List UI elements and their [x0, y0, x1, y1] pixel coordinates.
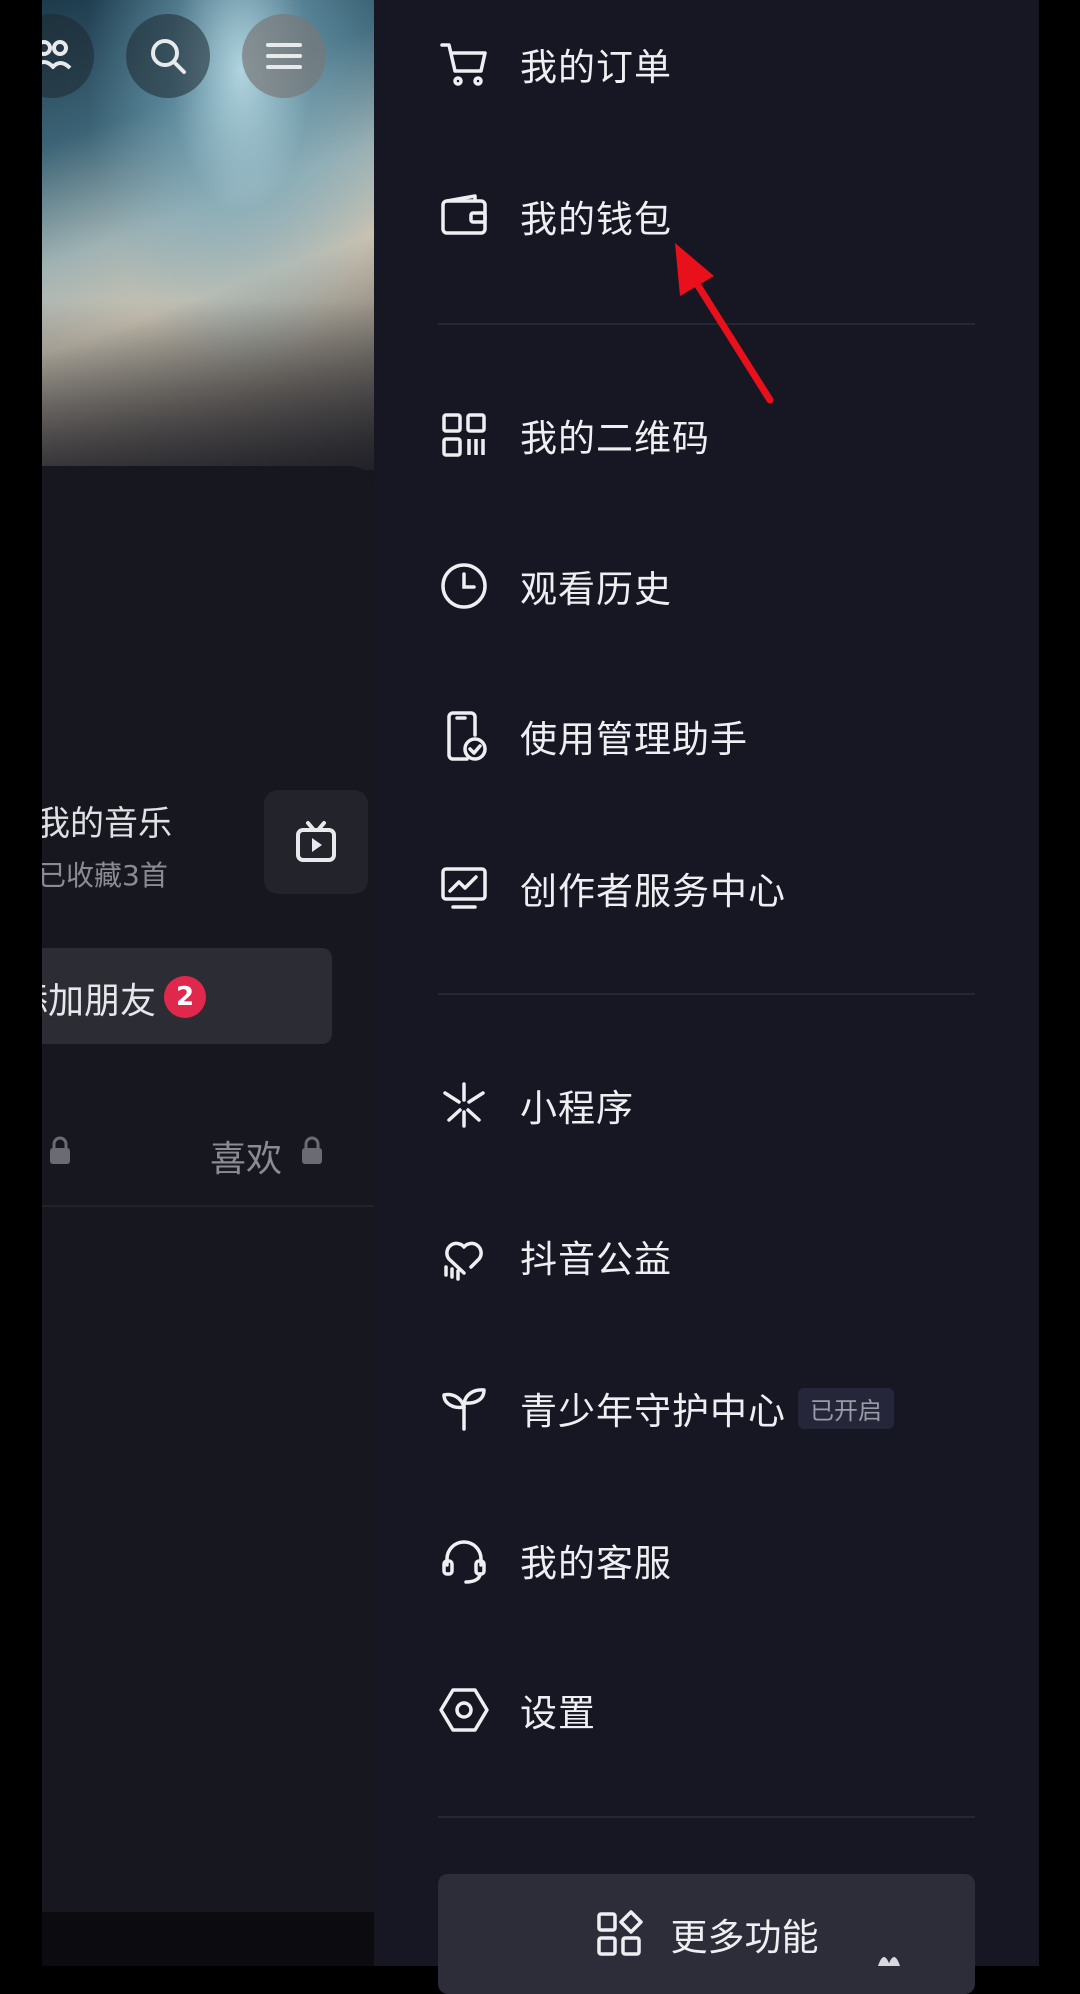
more-features-label: 更多功能 — [670, 1916, 819, 1959]
monitor-chart-icon — [438, 862, 490, 914]
menu-divider — [438, 1816, 975, 1818]
hamburger-menu-icon[interactable] — [242, 14, 326, 98]
menu-item-youth-protection[interactable]: 青少年守护中心 已开启 — [438, 1358, 958, 1458]
bottom-bar — [42, 1912, 374, 1966]
settings-hexagon-icon — [438, 1684, 490, 1736]
heart-hand-icon — [438, 1230, 490, 1282]
menu-item-mini-program[interactable]: 小程序 — [438, 1055, 958, 1155]
menu-item-label: 创作者服务中心 — [520, 870, 786, 913]
menu-item-usage-assistant[interactable]: 使用管理助手 — [438, 686, 958, 786]
menu-item-creator-center[interactable]: 创作者服务中心 — [438, 838, 958, 938]
decorative-sparkle-icon — [874, 1946, 904, 1970]
menu-item-charity[interactable]: 抖音公益 — [438, 1206, 958, 1306]
menu-item-label: 我的客服 — [520, 1542, 672, 1585]
menu-item-qr-code[interactable]: 我的二维码 — [438, 385, 958, 485]
menu-item-label: 抖音公益 — [520, 1238, 672, 1281]
my-music-title[interactable]: 我的音乐 — [42, 796, 172, 845]
menu-item-label: 设置 — [520, 1692, 596, 1735]
sprout-icon — [438, 1382, 490, 1434]
friend-request-badge: 2 — [164, 976, 206, 1018]
menu-item-orders[interactable]: 我的订单 — [438, 14, 958, 114]
lock-icon — [300, 1136, 324, 1170]
headset-icon — [438, 1534, 490, 1586]
left-black-border — [0, 0, 42, 1966]
menu-divider — [438, 993, 975, 995]
menu-item-label: 使用管理助手 — [520, 718, 748, 761]
tv-button[interactable] — [264, 790, 368, 894]
search-icon[interactable] — [126, 14, 210, 98]
menu-divider — [438, 323, 975, 325]
profile-card — [42, 466, 374, 1966]
menu-item-label: 我的二维码 — [520, 417, 710, 460]
menu-item-label: 观看历史 — [520, 568, 672, 611]
clock-icon — [438, 560, 490, 612]
menu-item-label: 小程序 — [520, 1087, 634, 1130]
add-friend-button[interactable]: 添加朋友 2 — [42, 948, 332, 1044]
profile-page-background: 我的音乐 已收藏3首 添加朋友 2 喜欢 — [42, 0, 374, 1966]
menu-item-label: 青少年守护中心 — [520, 1390, 786, 1433]
shopping-cart-icon — [438, 38, 490, 90]
right-black-border — [1039, 0, 1080, 1966]
wallet-icon — [438, 190, 490, 242]
menu-item-label: 我的钱包 — [520, 198, 672, 241]
menu-item-wallet[interactable]: 我的钱包 — [438, 166, 958, 266]
my-music-subtitle: 已收藏3首 — [42, 859, 168, 892]
status-badge: 已开启 — [798, 1387, 894, 1429]
mini-program-icon — [438, 1079, 490, 1131]
menu-item-settings[interactable]: 设置 — [438, 1660, 958, 1760]
menu-item-watch-history[interactable]: 观看历史 — [438, 536, 958, 636]
qr-code-icon — [438, 409, 490, 461]
menu-item-customer-service[interactable]: 我的客服 — [438, 1510, 958, 1610]
lock-icon — [48, 1136, 72, 1170]
tab-like[interactable]: 喜欢 — [210, 1130, 282, 1182]
phone-check-icon — [438, 710, 490, 762]
menu-item-label: 我的订单 — [520, 46, 672, 89]
more-features-button[interactable]: 更多功能 — [438, 1874, 975, 1994]
grid-apps-icon — [595, 1910, 643, 1958]
add-friend-label: 添加朋友 — [42, 981, 157, 1022]
side-drawer-menu: 我的订单 我的钱包 我的二维码 观看历史 使用管理助手 创作者服务中心 小程序 … — [374, 0, 1039, 1994]
